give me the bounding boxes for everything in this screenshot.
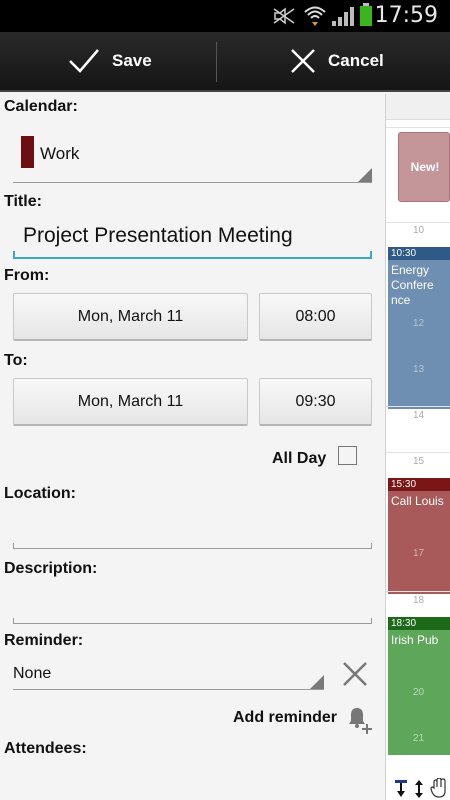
calendar-value: Work <box>40 144 80 163</box>
to-label: To: <box>4 352 28 369</box>
from-label: From: <box>4 267 50 284</box>
hour-label: 12 <box>412 318 425 329</box>
cancel-label: Cancel <box>328 51 384 70</box>
to-date-button[interactable]: Mon, March 11 <box>13 378 248 426</box>
hour-label: 18 <box>412 595 425 606</box>
attendees-label: Attendees: <box>4 740 87 757</box>
calendar-label: Calendar: <box>4 98 78 115</box>
hour-label: 14 <box>412 410 425 421</box>
resize-both-icon[interactable] <box>413 780 425 798</box>
calendar-spinner[interactable]: Work <box>13 130 372 183</box>
cancel-button[interactable]: Cancel <box>290 32 384 90</box>
description-input[interactable] <box>13 614 372 624</box>
new-event-label: New! <box>410 160 440 174</box>
calendar-color-swatch <box>21 136 34 168</box>
event-call-louis[interactable]: 15:30 Call Louis <box>388 478 450 594</box>
save-button[interactable]: Save <box>68 32 152 90</box>
add-reminder-bell-icon[interactable] <box>345 705 375 735</box>
event-name: Irish Pub <box>391 633 439 647</box>
hour-label: 17 <box>412 548 425 559</box>
hour-label: 10 <box>412 225 425 236</box>
allday-label: All Day <box>272 450 327 467</box>
hour-label: 21 <box>412 733 425 744</box>
day-view-panel[interactable]: New! 10 10:30 Energy Conference 12 13 14… <box>385 94 450 800</box>
checkmark-icon <box>69 49 99 73</box>
reminder-value: None <box>13 665 52 682</box>
event-time: 10:30 <box>388 247 450 260</box>
location-input[interactable] <box>13 539 372 549</box>
event-name: Energy Conference <box>391 263 434 307</box>
to-time-button[interactable]: 09:30 <box>259 378 372 426</box>
signal-icon <box>332 7 354 26</box>
remove-reminder-icon[interactable] <box>342 661 368 687</box>
from-time-button[interactable]: 08:00 <box>259 293 372 341</box>
save-label: Save <box>112 51 152 70</box>
event-time: 15:30 <box>388 478 450 491</box>
event-form <box>0 94 385 800</box>
status-bar: 17:59 <box>0 0 450 32</box>
hand-drag-icon[interactable] <box>430 778 448 798</box>
clock: 17:59 <box>374 3 438 28</box>
new-event-placeholder[interactable]: New! <box>398 132 450 202</box>
action-bar-divider <box>216 42 217 82</box>
hour-label: 13 <box>412 364 425 375</box>
allday-checkbox[interactable] <box>338 446 357 465</box>
hour-line <box>386 127 450 128</box>
battery-icon <box>360 3 372 26</box>
hour-line <box>386 406 450 407</box>
add-reminder-label[interactable]: Add reminder <box>233 709 337 727</box>
description-label: Description: <box>4 560 98 577</box>
hour-label: 15 <box>412 456 425 467</box>
hour-line <box>386 452 450 453</box>
dropdown-arrow-icon <box>310 675 324 689</box>
day-panel-header <box>386 94 450 120</box>
title-input[interactable]: Project Presentation Meeting <box>13 222 372 259</box>
event-time: 18:30 <box>388 617 450 630</box>
mute-icon <box>273 7 295 25</box>
title-label: Title: <box>4 193 42 210</box>
resize-down-icon[interactable] <box>394 780 408 798</box>
reminder-label: Reminder: <box>4 632 84 649</box>
close-icon <box>291 49 315 73</box>
event-name: Call Louis <box>391 494 444 508</box>
wifi-icon <box>304 6 326 26</box>
location-label: Location: <box>4 485 76 502</box>
from-date-button[interactable]: Mon, March 11 <box>13 293 248 341</box>
action-bar: Save Cancel <box>0 32 450 92</box>
hour-line <box>386 222 450 223</box>
dropdown-arrow-icon <box>358 168 372 182</box>
hour-label: 20 <box>412 687 425 698</box>
hour-line <box>386 591 450 592</box>
reminder-spinner[interactable]: None <box>13 656 324 690</box>
